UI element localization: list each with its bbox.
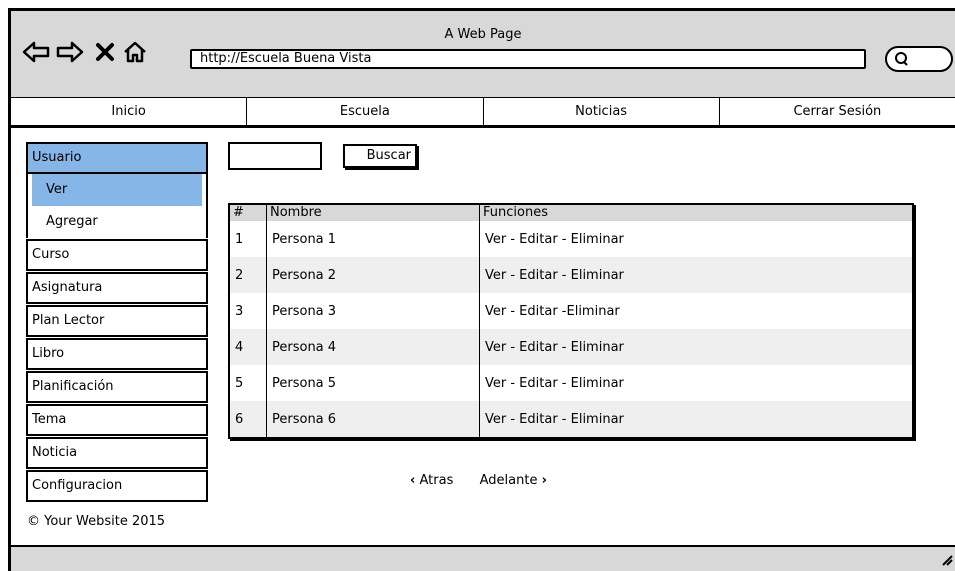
cell-funciones[interactable]: Ver - Editar - Eliminar bbox=[479, 365, 914, 401]
nav-inicio[interactable]: Inicio bbox=[11, 98, 248, 125]
nav-escuela[interactable]: Escuela bbox=[247, 98, 484, 125]
cell-number: 1 bbox=[229, 221, 267, 257]
chevron-left-icon: ‹ bbox=[410, 473, 416, 488]
table-row: 2 Persona 2 Ver - Editar - Eliminar bbox=[229, 257, 914, 293]
cell-number: 4 bbox=[229, 329, 267, 365]
column-header-funciones: Funciones bbox=[479, 204, 914, 221]
cell-nombre: Persona 6 bbox=[266, 401, 480, 438]
sidebar-item-plan-lector[interactable]: Plan Lector bbox=[26, 305, 208, 337]
column-header-number: # bbox=[229, 204, 267, 221]
table-header-row: # Nombre Funciones bbox=[229, 204, 914, 221]
window-title: A Web Page bbox=[444, 27, 522, 42]
prev-label: Atras bbox=[419, 473, 454, 488]
cell-nombre: Persona 4 bbox=[266, 329, 480, 365]
cell-number: 2 bbox=[229, 257, 267, 293]
cell-number: 5 bbox=[229, 365, 267, 401]
sidebar-item-asignatura[interactable]: Asignatura bbox=[26, 272, 208, 304]
next-label: Adelante bbox=[479, 473, 538, 488]
resize-handle-icon[interactable] bbox=[939, 552, 953, 566]
sidebar: Usuario Ver Agregar Curso Asignatura Pla… bbox=[26, 142, 208, 503]
table-row: 5 Persona 5 Ver - Editar - Eliminar bbox=[229, 365, 914, 401]
nav-noticias[interactable]: Noticias bbox=[484, 98, 720, 125]
sidebar-item-configuracion[interactable]: Configuracion bbox=[26, 470, 208, 502]
cell-nombre: Persona 3 bbox=[266, 293, 480, 329]
cell-funciones[interactable]: Ver - Editar - Eliminar bbox=[479, 329, 914, 365]
status-bar bbox=[11, 545, 955, 571]
sidebar-item-noticia[interactable]: Noticia bbox=[26, 437, 208, 469]
close-icon[interactable] bbox=[94, 40, 116, 64]
footer-copyright: © Your Website 2015 bbox=[27, 514, 166, 529]
table-row: 4 Persona 4 Ver - Editar - Eliminar bbox=[229, 329, 914, 365]
sidebar-item-tema[interactable]: Tema bbox=[26, 404, 208, 436]
back-icon[interactable] bbox=[22, 40, 50, 64]
users-table: # Nombre Funciones 1 Persona 1 Ver - Edi… bbox=[228, 203, 914, 439]
table-row: 3 Persona 3 Ver - Editar -Eliminar bbox=[229, 293, 914, 329]
prev-link[interactable]: ‹ Atras bbox=[410, 473, 458, 488]
search-input[interactable] bbox=[228, 142, 322, 170]
cell-funciones[interactable]: Ver - Editar -Eliminar bbox=[479, 293, 914, 329]
cell-nombre: Persona 2 bbox=[266, 257, 480, 293]
next-link[interactable]: Adelante › bbox=[480, 473, 547, 488]
column-header-nombre: Nombre bbox=[266, 204, 480, 221]
buscar-button[interactable]: Buscar bbox=[343, 144, 417, 168]
sidebar-item-libro[interactable]: Libro bbox=[26, 338, 208, 370]
cell-number: 3 bbox=[229, 293, 267, 329]
table-row: 1 Persona 1 Ver - Editar - Eliminar bbox=[229, 221, 914, 257]
sidebar-item-planificacion[interactable]: Planificación bbox=[26, 371, 208, 403]
sidebar-submenu: Ver Agregar bbox=[26, 174, 208, 238]
nav-cerrar-sesion[interactable]: Cerrar Sesión bbox=[720, 98, 955, 125]
cell-funciones[interactable]: Ver - Editar - Eliminar bbox=[479, 257, 914, 293]
sidebar-item-curso[interactable]: Curso bbox=[26, 239, 208, 271]
cell-number: 6 bbox=[229, 401, 267, 438]
forward-icon[interactable] bbox=[56, 40, 84, 64]
search-icon[interactable] bbox=[885, 46, 953, 72]
cell-nombre: Persona 1 bbox=[266, 221, 480, 257]
home-icon[interactable] bbox=[122, 40, 148, 64]
cell-funciones[interactable]: Ver - Editar - Eliminar bbox=[479, 221, 914, 257]
table-row: 6 Persona 6 Ver - Editar - Eliminar bbox=[229, 401, 914, 438]
chevron-right-icon: › bbox=[541, 473, 547, 488]
sidebar-subitem-agregar[interactable]: Agregar bbox=[28, 206, 206, 238]
top-navigation: Inicio Escuela Noticias Cerrar Sesión bbox=[11, 97, 955, 128]
pagination: ‹ Atras Adelante › bbox=[410, 473, 547, 488]
sidebar-subitem-ver[interactable]: Ver bbox=[32, 174, 202, 206]
sidebar-item-usuario[interactable]: Usuario bbox=[26, 142, 208, 174]
cell-funciones[interactable]: Ver - Editar - Eliminar bbox=[479, 401, 914, 438]
cell-nombre: Persona 5 bbox=[266, 365, 480, 401]
url-input[interactable]: http://Escuela Buena Vista bbox=[190, 49, 866, 69]
